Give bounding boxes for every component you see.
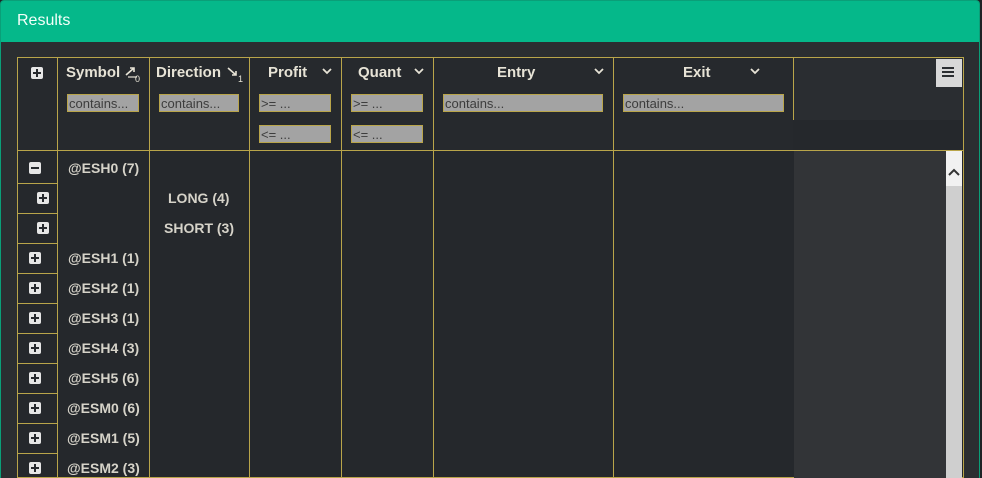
col-divider: [613, 57, 614, 478]
scroll-up-icon[interactable]: [948, 164, 960, 182]
sort-index: 1: [238, 74, 244, 84]
col-divider: [249, 57, 250, 478]
row-divider: [17, 303, 57, 304]
group-row-direction[interactable]: SHORT (3): [164, 220, 234, 236]
row-divider: [17, 393, 57, 394]
group-row-symbol[interactable]: @ESH3 (1): [68, 310, 139, 326]
expand-all-icon[interactable]: [31, 67, 43, 79]
header-direction[interactable]: Direction: [156, 64, 221, 81]
vertical-scrollbar[interactable]: [946, 160, 962, 478]
group-row-symbol[interactable]: @ESH2 (1): [68, 280, 139, 296]
header-symbol[interactable]: Symbol: [66, 64, 120, 81]
quant-min-filter-input[interactable]: [351, 94, 423, 112]
header-divider: [17, 150, 964, 151]
col-divider: [433, 57, 434, 478]
group-row-symbol[interactable]: @ESH4 (3): [68, 340, 139, 356]
entry-filter-input[interactable]: [443, 94, 603, 112]
column-menu-button[interactable]: [936, 59, 962, 87]
chevron-down-icon[interactable]: [594, 63, 604, 75]
chevron-down-icon[interactable]: [750, 63, 760, 75]
expand-icon[interactable]: [37, 192, 49, 204]
group-row-symbol[interactable]: @ESH5 (6): [68, 370, 139, 386]
expand-icon[interactable]: [29, 252, 41, 264]
expand-icon[interactable]: [29, 282, 41, 294]
expand-icon[interactable]: [29, 432, 41, 444]
expand-icon[interactable]: [29, 372, 41, 384]
group-row-symbol[interactable]: @ESH1 (1): [68, 250, 139, 266]
header-profit[interactable]: Profit: [268, 64, 307, 81]
grid-empty-area: [794, 151, 946, 478]
header-exit[interactable]: Exit: [683, 64, 711, 81]
row-divider: [17, 423, 57, 424]
row-divider: [17, 333, 57, 334]
expand-icon[interactable]: [37, 222, 49, 234]
profit-min-filter-input[interactable]: [259, 94, 331, 112]
symbol-filter-input[interactable]: [67, 94, 139, 112]
sort-index: 0: [135, 74, 141, 84]
direction-filter-input[interactable]: [159, 94, 239, 112]
expand-icon[interactable]: [29, 312, 41, 324]
profit-max-filter-input[interactable]: [259, 125, 331, 143]
title-bar: Results: [0, 0, 980, 42]
row-divider: [17, 273, 57, 274]
group-row-direction[interactable]: LONG (4): [168, 190, 229, 206]
row-divider: [17, 453, 57, 454]
group-row-symbol[interactable]: @ESM1 (5): [67, 430, 140, 446]
group-row-symbol[interactable]: @ESM2 (3): [67, 460, 140, 476]
expand-icon[interactable]: [29, 402, 41, 414]
row-divider: [17, 363, 57, 364]
col-divider: [149, 57, 150, 478]
window-title: Results: [17, 12, 71, 29]
header-entry[interactable]: Entry: [497, 64, 535, 81]
col-divider: [57, 57, 58, 478]
group-row-symbol[interactable]: @ESM0 (6): [67, 400, 140, 416]
chevron-down-icon[interactable]: [414, 63, 424, 75]
row-divider: [17, 183, 57, 184]
col-divider: [793, 57, 794, 120]
chevron-down-icon[interactable]: [322, 63, 332, 75]
col-divider: [341, 57, 342, 478]
expand-icon[interactable]: [29, 342, 41, 354]
row-divider: [17, 243, 57, 244]
quant-max-filter-input[interactable]: [351, 125, 423, 143]
header-quant[interactable]: Quant: [358, 64, 401, 81]
row-divider: [17, 213, 57, 214]
exit-filter-input[interactable]: [623, 94, 784, 112]
collapse-icon[interactable]: [29, 162, 41, 174]
group-row-symbol[interactable]: @ESH0 (7): [68, 160, 139, 176]
expand-icon[interactable]: [29, 462, 41, 474]
